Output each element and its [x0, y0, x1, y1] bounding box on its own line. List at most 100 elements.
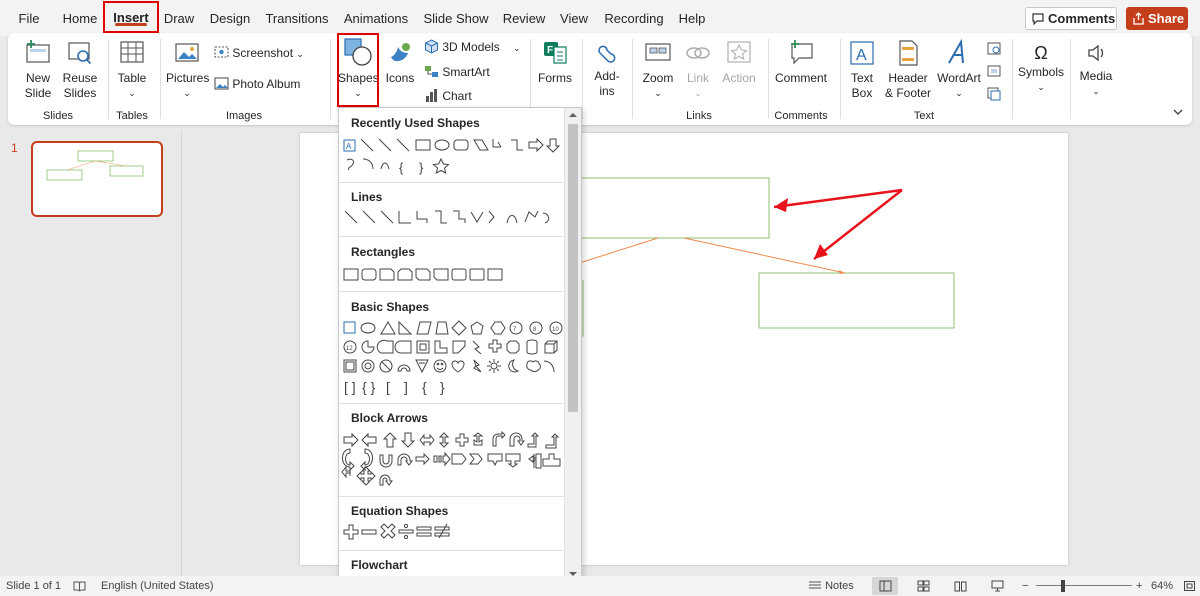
zoom-slider-track[interactable] [1036, 585, 1132, 586]
comments-group-label: Comments [774, 110, 828, 122]
zoom-out-button[interactable]: − [1022, 576, 1028, 596]
3d-models-button[interactable]: 3D Models ⌄ [424, 39, 521, 56]
chart-button[interactable]: Chart [424, 88, 472, 104]
new-slide-button[interactable]: New Slide [16, 39, 60, 101]
reuse-slides-label: Reuse Slides [62, 71, 98, 100]
annotation-arrows [773, 188, 903, 260]
tab-insert[interactable]: Insert [103, 1, 159, 33]
svg-text:{ }: { } [362, 379, 376, 395]
recently-used-shapes-gallery[interactable]: A { } [341, 136, 565, 176]
pictures-button[interactable]: Pictures ⌄ [166, 39, 210, 101]
pictures-label: Pictures [166, 71, 210, 85]
zoom-chevron-icon: ⌄ [654, 88, 662, 98]
date-time-icon[interactable] [986, 40, 1002, 56]
link-chain-icon [686, 47, 710, 59]
ribbon-separator [582, 39, 583, 119]
new-slide-icon [26, 40, 50, 63]
normal-view-icon [879, 580, 892, 592]
tab-help[interactable]: Help [676, 8, 708, 30]
reuse-slides-button[interactable]: Reuse Slides [60, 39, 100, 101]
tab-animations[interactable]: Animations [341, 8, 411, 30]
omega-icon: Ω [1034, 43, 1048, 63]
scroll-up-arrow-icon[interactable] [568, 111, 578, 119]
svg-text:12: 12 [346, 346, 353, 352]
zoom-slider-thumb[interactable] [1061, 580, 1065, 592]
cube-3d-icon [425, 39, 438, 54]
svg-text:F: F [547, 45, 553, 56]
table-chevron-icon: ⌄ [128, 88, 136, 98]
ribbon-collapse-chevron-icon[interactable] [1172, 107, 1184, 117]
tab-draw[interactable]: Draw [160, 8, 198, 30]
right-rectangle-shape[interactable] [758, 272, 955, 329]
svg-text:{: { [422, 379, 427, 395]
notes-button[interactable]: Notes [808, 576, 854, 596]
slide-thumbnail[interactable] [31, 141, 163, 217]
active-tab-underline [115, 23, 147, 26]
block-arrows-gallery[interactable] [341, 431, 565, 491]
thumbnail-preview [46, 150, 144, 181]
addins-button[interactable]: Add-ins [588, 41, 626, 99]
section-separator [339, 291, 565, 292]
spelling-check-icon[interactable] [73, 580, 86, 592]
slide-show-view-icon[interactable] [991, 580, 1004, 592]
action-button[interactable]: Action [718, 39, 760, 86]
speaker-icon [1088, 44, 1104, 62]
tab-design[interactable]: Design [206, 8, 254, 30]
media-chevron-icon: ⌄ [1092, 86, 1100, 96]
zoom-percent[interactable]: 64% [1151, 576, 1173, 596]
tab-recording[interactable]: Recording [601, 8, 667, 30]
comments-button[interactable]: Comments [1025, 7, 1117, 30]
normal-view-button[interactable] [872, 577, 898, 595]
ribbon-separator [632, 39, 633, 119]
tab-review[interactable]: Review [501, 8, 547, 30]
connector-line-left[interactable] [569, 237, 659, 267]
tab-home[interactable]: Home [58, 8, 102, 30]
table-button[interactable]: Table ⌄ [112, 39, 152, 101]
equation-shapes-gallery[interactable] [341, 523, 565, 543]
rectangles-gallery[interactable] [341, 265, 565, 285]
language-status[interactable]: English (United States) [101, 576, 214, 596]
screenshot-button[interactable]: Screenshot ⌄ [214, 45, 304, 62]
svg-text:A: A [856, 47, 867, 64]
forms-button[interactable]: F Forms [536, 39, 574, 86]
text-box-button[interactable]: A Text Box [844, 39, 880, 101]
tab-transitions[interactable]: Transitions [264, 8, 330, 30]
ribbon-separator [840, 39, 841, 119]
ribbon-separator [768, 39, 769, 119]
tab-view[interactable]: View [557, 8, 591, 30]
screenshot-chevron-icon: ⌄ [296, 49, 304, 59]
smartart-button[interactable]: SmartArt [424, 64, 490, 80]
comment-button[interactable]: Comment [774, 39, 828, 86]
slides-group-label: Slides [43, 110, 73, 122]
text-group-label: Text [913, 110, 935, 122]
basic-shapes-gallery[interactable]: 7 8 10 12 [ ] { } [ ] { } [341, 319, 565, 399]
reading-view-icon[interactable] [954, 580, 967, 592]
scrollbar-thumb[interactable] [568, 124, 578, 412]
lines-gallery[interactable] [341, 208, 565, 228]
zoom-button[interactable]: Zoom ⌄ [638, 39, 678, 101]
section-equation-shapes: Equation Shapes [351, 504, 449, 518]
fit-slide-icon[interactable] [1183, 580, 1196, 592]
symbols-button[interactable]: Ω Symbols ⌄ [1016, 41, 1066, 95]
dropdown-scrollbar[interactable] [564, 108, 581, 592]
notes-label: Notes [825, 580, 854, 592]
ribbon-separator [1070, 39, 1071, 119]
share-button[interactable]: Share [1126, 7, 1188, 30]
zoom-in-button[interactable]: + [1136, 576, 1142, 596]
icons-button[interactable]: Icons [382, 39, 418, 86]
media-button[interactable]: Media ⌄ [1074, 41, 1118, 99]
top-rectangle-shape[interactable] [549, 177, 770, 239]
object-icon[interactable] [986, 86, 1002, 102]
link-button[interactable]: Link ⌄ [680, 39, 716, 101]
header-footer-button[interactable]: Header & Footer [882, 39, 934, 101]
slide-number-icon[interactable] [986, 63, 1002, 79]
ribbon-separator [108, 39, 109, 119]
photo-album-button[interactable]: Photo Album [214, 76, 300, 92]
section-separator [339, 496, 565, 497]
wordart-button[interactable]: WordArt ⌄ [934, 38, 984, 101]
tab-file[interactable]: File [13, 8, 45, 30]
section-lines: Lines [351, 190, 383, 204]
svg-text:}: } [419, 160, 424, 175]
tab-slide-show[interactable]: Slide Show [422, 8, 490, 30]
slide-sorter-icon[interactable] [917, 580, 930, 592]
